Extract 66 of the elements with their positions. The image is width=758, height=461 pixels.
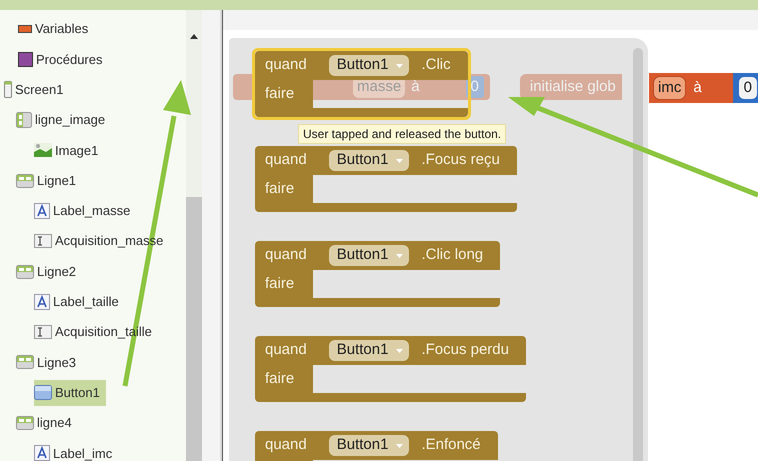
- tree-item[interactable]: ligne_image: [16, 107, 112, 134]
- component-dropdown[interactable]: Button1: [328, 150, 410, 171]
- scroll-up-icon[interactable]: [190, 34, 198, 39]
- event-block[interactable]: quand Button1 .Focus reçu faire: [252, 143, 520, 215]
- dropdown-caret-icon: [396, 348, 404, 352]
- variables-icon: [18, 25, 32, 34]
- procedures-icon: [18, 52, 33, 67]
- tree-item[interactable]: Button1: [34, 380, 106, 406]
- tree-item[interactable]: Label_taille: [34, 288, 125, 315]
- horizontal-layout-icon: [16, 416, 34, 430]
- event-name: .Clic: [421, 55, 451, 76]
- label-icon: [34, 294, 50, 310]
- component-dropdown[interactable]: Button1: [328, 340, 410, 361]
- event-name: .Focus perdu: [421, 340, 509, 360]
- tree-item[interactable]: Variables: [18, 16, 94, 42]
- dropdown-caret-icon: [396, 158, 404, 162]
- tree-item[interactable]: ligne4: [16, 410, 78, 436]
- component-dropdown[interactable]: Button1: [328, 55, 410, 76]
- block-keyword: quand: [265, 150, 307, 170]
- tooltip: User tapped and released the button.: [298, 124, 506, 144]
- block-keyword: quand: [265, 55, 307, 76]
- component-dropdown[interactable]: Button1: [328, 435, 410, 456]
- tree-item[interactable]: Ligne2: [16, 258, 82, 285]
- scrollbar-thumb[interactable]: [186, 197, 202, 461]
- number-value: 0: [738, 76, 758, 100]
- dropdown-caret-icon: [396, 64, 404, 68]
- horizontal-layout-icon: [16, 264, 34, 279]
- number-block: 0: [466, 76, 484, 98]
- textbox-icon: [34, 234, 52, 248]
- horizontal-layout-icon: [16, 355, 34, 370]
- block-keyword: quand: [265, 340, 307, 360]
- tree-item[interactable]: Label_masse: [34, 198, 136, 224]
- event-block[interactable]: quand Button1 .Focus perdu faire: [252, 333, 529, 405]
- block-text: à: [411, 76, 420, 97]
- flyout-scrollbar[interactable]: [633, 48, 643, 461]
- component-dropdown[interactable]: Button1: [328, 245, 410, 266]
- block-keyword: quand: [265, 435, 307, 456]
- button-icon: [34, 385, 52, 400]
- event-name: .Focus reçu: [421, 150, 500, 170]
- event-block[interactable]: quand Button1 .Clic long faire: [252, 238, 504, 310]
- tree-item[interactable]: Image1: [34, 137, 104, 164]
- tree-item[interactable]: Ligne1: [16, 168, 82, 194]
- block-text: à: [693, 78, 702, 98]
- block-keyword: faire: [255, 270, 313, 298]
- tree-item[interactable]: Procédures: [18, 46, 108, 72]
- image-icon: [34, 143, 52, 158]
- textbox-icon: [34, 325, 52, 340]
- tree-item[interactable]: Ligne3: [16, 349, 82, 376]
- variable-block: initialise glob: [520, 74, 622, 100]
- variable-name: imc: [653, 76, 686, 100]
- tree-item[interactable]: Label_imc: [34, 440, 118, 461]
- block-keyword: quand: [265, 245, 307, 266]
- block-keyword: faire: [255, 175, 313, 203]
- variable-block[interactable]: imc à 0: [649, 73, 758, 103]
- event-name: .Clic long: [421, 245, 484, 266]
- event-name: .Enfoncé: [421, 435, 481, 456]
- horizontal-layout-icon: [16, 174, 34, 188]
- block-keyword: faire: [255, 80, 313, 108]
- dropdown-caret-icon: [396, 444, 404, 448]
- vertical-layout-icon: [16, 112, 32, 128]
- number-block[interactable]: 0: [732, 73, 758, 103]
- label-icon: [34, 202, 50, 219]
- phone-icon: [4, 81, 12, 98]
- block-keyword: faire: [255, 365, 313, 393]
- tree-item[interactable]: Screen1: [4, 76, 70, 103]
- dropdown-caret-icon: [396, 254, 404, 258]
